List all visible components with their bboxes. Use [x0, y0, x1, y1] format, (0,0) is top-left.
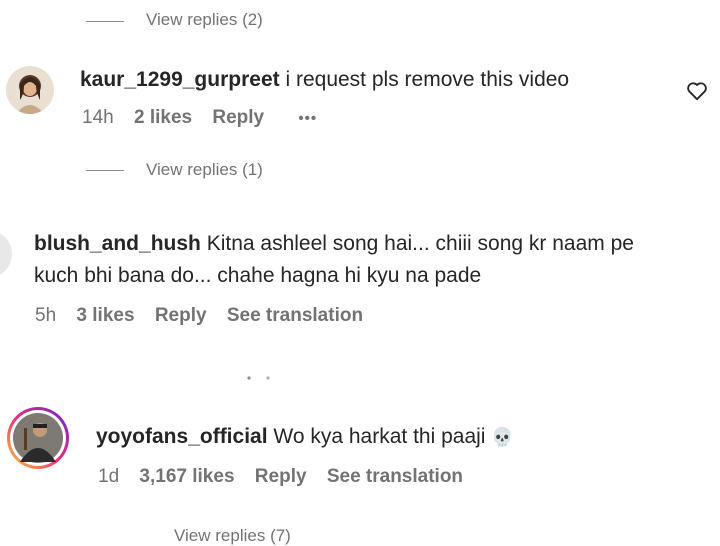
comment-body: kaur_1299_gurpreet i request pls remove … [80, 64, 660, 96]
more-options-button[interactable]: ••• [298, 110, 317, 127]
comment-text-line-1: Kitna ashleel song hai... chiii song kr … [206, 232, 634, 255]
comment-text-line-2: kuch bhi bana do... chahe hagna hi kyu n… [34, 264, 482, 287]
comment-likes[interactable]: 3,167 likes [139, 466, 234, 487]
story-ring-avatar-icon [7, 407, 69, 469]
replies-divider-line [86, 21, 124, 22]
see-translation-button[interactable]: See translation [327, 466, 463, 487]
loading-dots [246, 368, 274, 380]
comment-meta: 5h 3 likes Reply See translation [35, 305, 378, 327]
comment-text: Wo kya harkat thi paaji [273, 425, 486, 448]
comment-likes[interactable]: 3 likes [76, 305, 134, 326]
skull-emoji: 💀 [491, 427, 514, 447]
reply-button[interactable]: Reply [155, 305, 207, 326]
comment-time: 14h [82, 107, 114, 128]
reply-button[interactable]: Reply [255, 466, 307, 487]
replies-divider-line [86, 170, 124, 171]
comment-time: 1d [98, 466, 120, 487]
comment-meta: 1d 3,167 likes Reply See translation [98, 466, 478, 488]
comment-time: 5h [35, 305, 57, 326]
view-replies-button[interactable]: View replies (1) [146, 160, 263, 180]
reply-button[interactable]: Reply [212, 107, 264, 128]
comment-username[interactable]: kaur_1299_gurpreet [80, 68, 280, 91]
comment-username[interactable]: blush_and_hush [34, 232, 201, 255]
comment-likes[interactable]: 2 likes [134, 107, 192, 128]
comment-body: yoyofans_official Wo kya harkat thi paaj… [96, 421, 696, 453]
avatar[interactable] [0, 230, 12, 278]
view-replies-button[interactable]: View replies (7) [174, 526, 291, 546]
view-replies-button[interactable]: View replies (2) [146, 10, 263, 30]
like-heart-icon[interactable] [686, 81, 708, 101]
comment-username[interactable]: yoyofans_official [96, 425, 268, 448]
comment-meta: 14h 2 likes Reply ••• [82, 107, 332, 129]
see-translation-button[interactable]: See translation [227, 305, 363, 326]
user-avatar-photo-icon [6, 66, 54, 114]
avatar[interactable] [6, 406, 70, 470]
comment-text: i request pls remove this video [285, 68, 570, 91]
avatar[interactable] [6, 66, 54, 114]
comment-body: blush_and_hush Kitna ashleel song hai...… [34, 228, 714, 292]
